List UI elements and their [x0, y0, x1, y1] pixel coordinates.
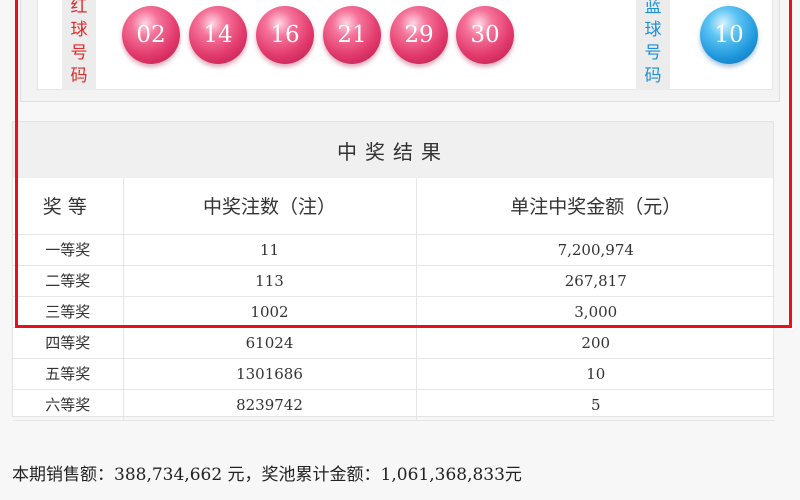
red-ball: 02 [122, 6, 180, 64]
red-ball: 14 [189, 6, 247, 64]
table-row: 三等奖 1002 3,000 [13, 296, 775, 328]
winner-count: 1002 [123, 296, 417, 328]
prize-amount: 3,000 [416, 296, 775, 328]
table-row: 一等奖 11 7,200,974 [13, 234, 775, 266]
prize-level: 四等奖 [13, 327, 124, 359]
prize-level: 三等奖 [13, 296, 124, 328]
table-row: 四等奖 61024 200 [13, 327, 775, 359]
table-row: 六等奖 8239742 5 [13, 389, 775, 421]
winner-count: 61024 [123, 327, 417, 359]
red-ball-label: 红 球 号 码 [62, 0, 96, 90]
lottery-result-page: 红 球 号 码 02 14 16 21 29 30 蓝 球 号 码 10 中奖结… [0, 0, 800, 500]
prize-amount: 5 [416, 389, 775, 421]
red-ball: 29 [390, 6, 448, 64]
prize-table: 奖等 中奖注数（注） 单注中奖金额（元） 一等奖 11 7,200,974 二等… [13, 178, 775, 421]
table-row: 五等奖 1301686 10 [13, 358, 775, 390]
prize-amount: 7,200,974 [416, 234, 775, 266]
red-ball: 21 [323, 6, 381, 64]
prize-amount: 267,817 [416, 265, 775, 297]
prize-level: 六等奖 [13, 389, 124, 421]
header-level: 奖等 [13, 178, 124, 235]
red-ball: 16 [256, 6, 314, 64]
winner-count: 8239742 [123, 389, 417, 421]
table-row: 二等奖 113 267,817 [13, 265, 775, 297]
prize-level: 二等奖 [13, 265, 124, 297]
blue-ball: 10 [700, 6, 758, 64]
winner-count: 1301686 [123, 358, 417, 390]
results-title: 中奖结果 [13, 122, 773, 178]
winner-count: 11 [123, 234, 417, 266]
sales-summary: 本期销售额：388,734,662 元，奖池累计金额：1,061,368,833… [12, 465, 522, 485]
table-header-row: 奖等 中奖注数（注） 单注中奖金额（元） [13, 178, 775, 235]
header-count: 中奖注数（注） [123, 178, 417, 235]
prize-level: 五等奖 [13, 358, 124, 390]
prize-amount: 200 [416, 327, 775, 359]
red-ball: 30 [456, 6, 514, 64]
prize-amount: 10 [416, 358, 775, 390]
prize-results-table: 中奖结果 奖等 中奖注数（注） 单注中奖金额（元） 一等奖 11 7,200,9… [12, 121, 775, 421]
header-amount: 单注中奖金额（元） [416, 178, 775, 235]
prize-level: 一等奖 [13, 234, 124, 266]
blue-ball-label: 蓝 球 号 码 [636, 0, 670, 90]
winning-numbers-inner: 红 球 号 码 02 14 16 21 29 30 蓝 球 号 码 10 [37, 0, 773, 90]
winning-numbers-panel: 红 球 号 码 02 14 16 21 29 30 蓝 球 号 码 10 [20, 0, 780, 102]
winner-count: 113 [123, 265, 417, 297]
